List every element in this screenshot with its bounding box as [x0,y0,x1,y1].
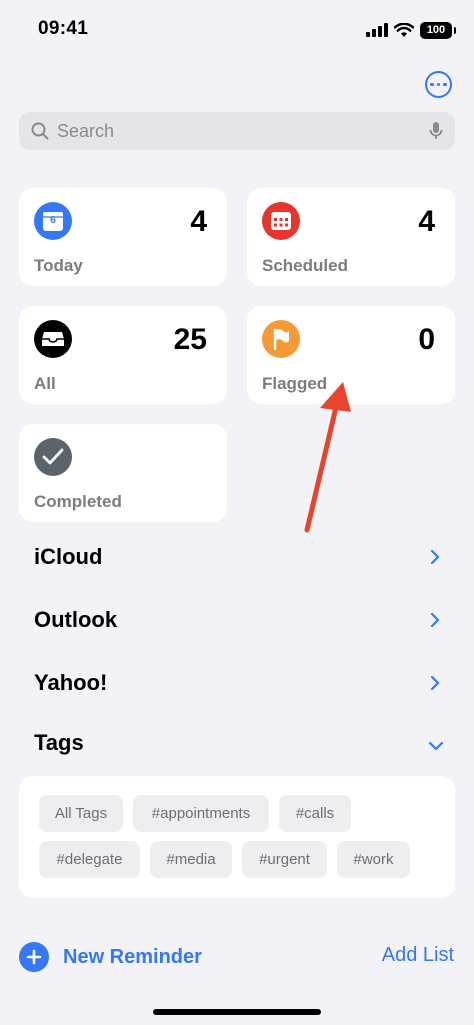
status-time: 09:41 [38,18,89,39]
ellipsis-dot [443,82,447,87]
tag-urgent[interactable]: #urgent [242,841,327,878]
account-row-yahoo[interactable]: Yahoo! [34,668,440,698]
tray-icon [34,320,72,358]
scheduled-label: Scheduled [262,256,348,275]
tag-media[interactable]: #media [150,841,232,878]
wifi-icon [394,22,414,37]
completed-card[interactable]: Completed [19,424,227,522]
flagged-card[interactable]: 0 Flagged [247,306,455,404]
scheduled-card[interactable]: 4 Scheduled [247,188,455,286]
chevron-right-icon [430,675,440,691]
account-name: Yahoo! [34,670,108,695]
completed-label: Completed [34,492,122,511]
new-reminder-button[interactable]: New Reminder [19,942,202,972]
account-row-icloud[interactable]: iCloud [34,542,440,572]
add-list-button[interactable]: Add List [382,944,454,967]
today-card[interactable]: 6 4 Today [19,188,227,286]
tag-delegate[interactable]: #delegate [39,841,140,878]
microphone-icon[interactable] [429,121,443,141]
tag-calls[interactable]: #calls [279,795,351,832]
flagged-label: Flagged [262,374,328,393]
chevron-right-icon [430,612,440,628]
calendar-day: 6 [50,215,56,226]
account-name: iCloud [34,544,103,569]
status-bar: 09:41 100 [0,0,474,60]
calendar-icon: 6 [34,202,72,240]
tags-card: All Tags #appointments #calls #delegate … [19,776,455,898]
home-indicator[interactable] [153,1009,321,1015]
status-icons: 100 [366,20,456,40]
ellipsis-icon [430,82,434,87]
plus-icon [19,942,49,972]
tag-all-tags[interactable]: All Tags [39,795,123,832]
tag-work[interactable]: #work [337,841,410,878]
all-label: All [34,374,56,393]
scheduled-count: 4 [418,205,435,238]
tags-title: Tags [34,730,84,755]
battery-level: 100 [426,24,446,36]
more-options-button[interactable] [425,71,452,98]
all-card[interactable]: 25 All [19,306,227,404]
search-input[interactable]: Search [57,121,429,142]
search-icon [31,122,49,140]
flag-icon [262,320,300,358]
battery-icon: 100 [420,21,456,39]
chevron-down-icon [428,741,444,751]
checkmark-icon [34,438,72,476]
search-bar[interactable]: Search [19,112,455,150]
flagged-count: 0 [418,323,435,356]
cellular-signal-icon [366,23,388,37]
today-label: Today [34,256,83,275]
tags-section-header[interactable]: Tags [34,728,444,758]
account-name: Outlook [34,607,118,632]
today-count: 4 [190,205,207,238]
tag-appointments[interactable]: #appointments [133,795,269,832]
chevron-right-icon [430,549,440,565]
all-count: 25 [173,323,207,356]
ellipsis-dot [436,82,441,87]
calendar-grid-icon [262,202,300,240]
account-row-outlook[interactable]: Outlook [34,605,440,635]
new-reminder-label: New Reminder [63,945,202,968]
